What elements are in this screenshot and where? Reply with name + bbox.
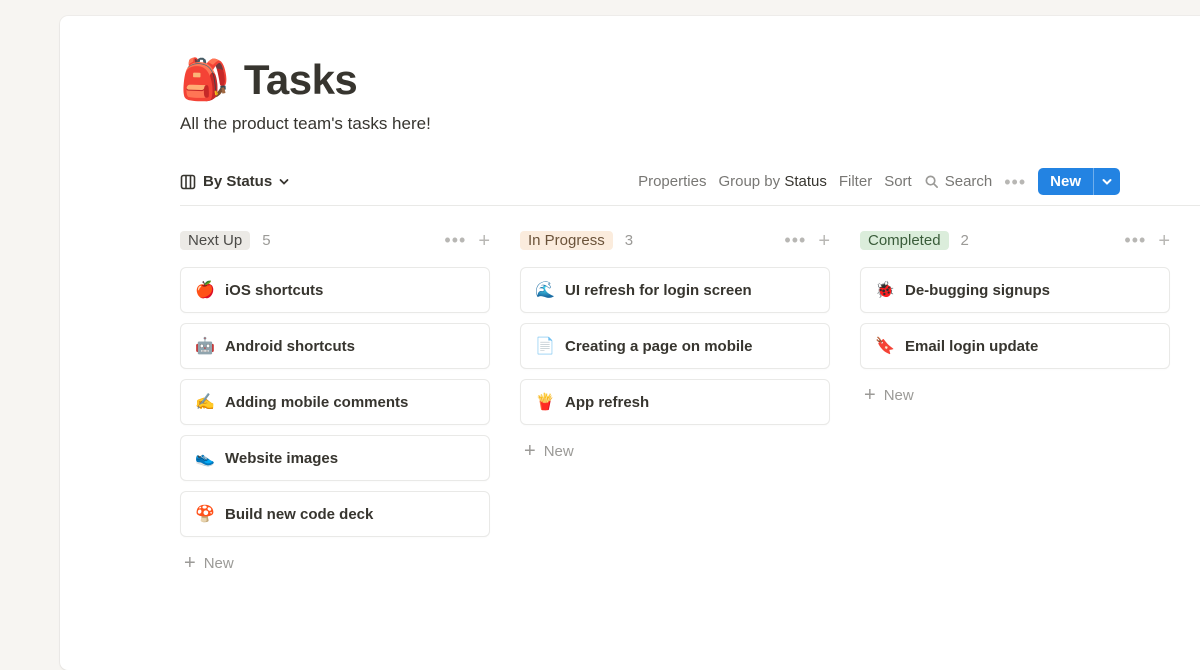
column-more-icon[interactable]: ••• xyxy=(1124,230,1146,251)
add-card-button[interactable]: + New xyxy=(520,435,578,467)
column-status-tag[interactable]: In Progress xyxy=(520,231,613,250)
search-label: Search xyxy=(945,173,993,190)
card-emoji-icon: 🌊 xyxy=(535,280,555,300)
board-column: In Progress 3 ••• + 🌊 UI refresh for login sc… xyxy=(520,228,830,579)
search-icon xyxy=(924,174,939,189)
column-count: 2 xyxy=(961,232,969,249)
card-emoji-icon: 🤖 xyxy=(195,336,215,356)
column-header: Next Up 5 ••• + xyxy=(180,228,490,257)
task-card[interactable]: 🔖 Email login update xyxy=(860,323,1170,369)
card-emoji-icon: 👟 xyxy=(195,448,215,468)
column-count: 3 xyxy=(625,232,633,249)
task-card[interactable]: ✍️ Adding mobile comments xyxy=(180,379,490,425)
plus-icon: + xyxy=(184,553,196,573)
card-emoji-icon: 📄 xyxy=(535,336,555,356)
column-add-icon[interactable]: + xyxy=(1158,231,1170,251)
column-cards: 🐞 De-bugging signups 🔖 Email login update xyxy=(860,267,1170,369)
column-count: 5 xyxy=(262,232,270,249)
column-actions: ••• + xyxy=(1124,230,1170,251)
view-toolbar: By Status Properties Group by Status Fil… xyxy=(180,168,1200,206)
search-button[interactable]: Search xyxy=(924,173,993,190)
card-title: iOS shortcuts xyxy=(225,282,323,299)
column-header: In Progress 3 ••• + xyxy=(520,228,830,257)
page-container: 🎒 Tasks All the product team's tasks her… xyxy=(60,16,1200,670)
board-icon xyxy=(180,174,196,190)
add-card-button[interactable]: + New xyxy=(860,379,918,411)
column-actions: ••• + xyxy=(444,230,490,251)
card-title: UI refresh for login screen xyxy=(565,282,752,299)
task-card[interactable]: 🌊 UI refresh for login screen xyxy=(520,267,830,313)
add-card-button[interactable]: + New xyxy=(180,547,238,579)
title-row: 🎒 Tasks xyxy=(180,56,1120,104)
card-title: Adding mobile comments xyxy=(225,394,408,411)
column-more-icon[interactable]: ••• xyxy=(784,230,806,251)
card-title: App refresh xyxy=(565,394,649,411)
card-title: Android shortcuts xyxy=(225,338,355,355)
sort-button[interactable]: Sort xyxy=(884,173,912,190)
view-label: By Status xyxy=(203,173,272,190)
board-column: Completed 2 ••• + 🐞 De-bugging signups 🔖 Email … xyxy=(860,228,1170,579)
properties-button[interactable]: Properties xyxy=(638,173,706,190)
card-title: Build new code deck xyxy=(225,506,373,523)
new-button-label: New xyxy=(1038,168,1093,195)
card-emoji-icon: 🔖 xyxy=(875,336,895,356)
view-selector[interactable]: By Status xyxy=(180,173,289,190)
page-title[interactable]: Tasks xyxy=(244,56,357,104)
card-title: Website images xyxy=(225,450,338,467)
task-card[interactable]: 👟 Website images xyxy=(180,435,490,481)
card-emoji-icon: ✍️ xyxy=(195,392,215,412)
column-add-icon[interactable]: + xyxy=(818,231,830,251)
new-button-caret[interactable] xyxy=(1094,168,1120,195)
new-button[interactable]: New xyxy=(1038,168,1120,195)
card-emoji-icon: 🍟 xyxy=(535,392,555,412)
card-emoji-icon: 🍎 xyxy=(195,280,215,300)
kanban-board: Next Up 5 ••• + 🍎 iOS shortcuts 🤖 Android short… xyxy=(180,228,1200,579)
card-emoji-icon: 🍄 xyxy=(195,504,215,524)
task-card[interactable]: 🍟 App refresh xyxy=(520,379,830,425)
add-card-label: New xyxy=(884,387,914,404)
task-card[interactable]: 🍄 Build new code deck xyxy=(180,491,490,537)
more-options-button[interactable]: ••• xyxy=(1004,173,1026,191)
card-title: Email login update xyxy=(905,338,1038,355)
task-card[interactable]: 🍎 iOS shortcuts xyxy=(180,267,490,313)
column-add-icon[interactable]: + xyxy=(478,231,490,251)
card-title: De-bugging signups xyxy=(905,282,1050,299)
add-card-label: New xyxy=(204,555,234,572)
card-title: Creating a page on mobile xyxy=(565,338,753,355)
group-by-button[interactable]: Group by Status xyxy=(718,173,826,190)
page-emoji-icon[interactable]: 🎒 xyxy=(180,60,230,100)
page-header: 🎒 Tasks All the product team's tasks her… xyxy=(180,56,1200,134)
group-by-value: Status xyxy=(784,173,827,190)
board-column: Next Up 5 ••• + 🍎 iOS shortcuts 🤖 Android short… xyxy=(180,228,490,579)
group-by-label: Group by xyxy=(718,173,780,190)
page-content: 🎒 Tasks All the product team's tasks her… xyxy=(60,16,1200,579)
column-cards: 🍎 iOS shortcuts 🤖 Android shortcuts ✍️ Adding… xyxy=(180,267,490,537)
chevron-down-icon xyxy=(279,177,289,187)
column-cards: 🌊 UI refresh for login screen 📄 Creating a … xyxy=(520,267,830,425)
plus-icon: + xyxy=(864,385,876,405)
add-card-label: New xyxy=(544,443,574,460)
page-subtitle[interactable]: All the product team's tasks here! xyxy=(180,114,1120,134)
card-emoji-icon: 🐞 xyxy=(875,280,895,300)
filter-button[interactable]: Filter xyxy=(839,173,872,190)
plus-icon: + xyxy=(524,441,536,461)
column-header: Completed 2 ••• + xyxy=(860,228,1170,257)
column-actions: ••• + xyxy=(784,230,830,251)
column-status-tag[interactable]: Completed xyxy=(860,231,949,250)
task-card[interactable]: 📄 Creating a page on mobile xyxy=(520,323,830,369)
task-card[interactable]: 🤖 Android shortcuts xyxy=(180,323,490,369)
column-status-tag[interactable]: Next Up xyxy=(180,231,250,250)
task-card[interactable]: 🐞 De-bugging signups xyxy=(860,267,1170,313)
column-more-icon[interactable]: ••• xyxy=(444,230,466,251)
